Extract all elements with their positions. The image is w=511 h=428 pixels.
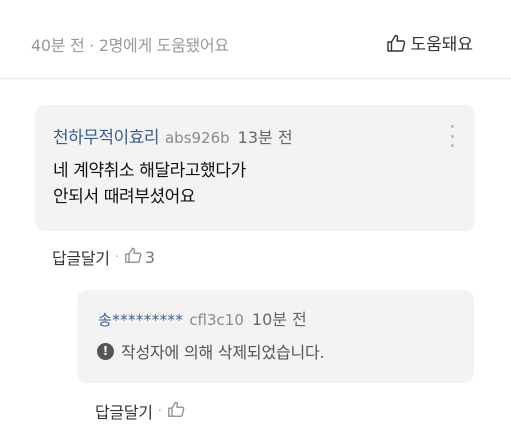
reply-link[interactable]: 답글달기 xyxy=(95,399,153,423)
comment-thread: 천하무적이효리 abs926b 13분 전 네 계약취소 해달라고했다가 안되서… xyxy=(0,79,511,428)
reply-author-id: cfl3c10 xyxy=(189,311,244,329)
reply-link[interactable]: 답글달기 xyxy=(52,245,110,269)
comment-header: 천하무적이효리 abs926b 13분 전 xyxy=(53,123,293,148)
alert-icon: ! xyxy=(97,342,114,360)
reply-time: 10분 전 xyxy=(251,310,307,329)
separator-dot: · xyxy=(114,249,119,265)
post-meta-bar: 40분 전 · 2명에게 도움됐어요 도움돼요 xyxy=(0,0,511,79)
like-button[interactable]: 3 xyxy=(124,246,155,268)
comment-body: 네 계약취소 해달라고했다가 안되서 때려부셨어요 xyxy=(53,158,453,210)
reply-header: 송********* cfl3c10 10분 전 xyxy=(98,306,307,330)
post-meta-text: 40분 전 · 2명에게 도움됐어요 xyxy=(31,36,229,55)
helpful-button[interactable]: 도움돼요 xyxy=(386,30,473,55)
reply-actions: 답글달기 · xyxy=(95,399,185,423)
separator-dot: · xyxy=(157,403,162,419)
more-options-icon[interactable] xyxy=(447,125,457,147)
deleted-notice: ! 작성자에 의해 삭제되었습니다. xyxy=(97,339,325,363)
reply-author[interactable]: 송********* xyxy=(98,309,183,330)
thumbs-up-icon xyxy=(124,246,142,268)
deleted-message: 작성자에 의해 삭제되었습니다. xyxy=(121,343,325,362)
comment-author[interactable]: 천하무적이효리 xyxy=(53,123,159,148)
like-button[interactable] xyxy=(167,400,185,422)
helpful-label: 도움돼요 xyxy=(410,35,473,55)
comment-author-id: abs926b xyxy=(164,129,230,147)
comment-actions: 답글달기 · 3 xyxy=(52,245,155,269)
comment-body-line: 네 계약취소 해달라고했다가 xyxy=(53,161,246,181)
thumbs-up-icon xyxy=(386,33,406,53)
comment-body-line: 안되서 때려부셨어요 xyxy=(53,187,196,207)
thumbs-up-icon xyxy=(167,400,185,422)
comment-bubble: 천하무적이효리 abs926b 13분 전 네 계약취소 해달라고했다가 안되서… xyxy=(35,105,475,231)
comment-time: 13분 전 xyxy=(237,128,293,147)
reply-bubble: 송********* cfl3c10 10분 전 ! 작성자에 의해 삭제되었습… xyxy=(77,290,474,383)
like-count: 3 xyxy=(144,247,156,267)
